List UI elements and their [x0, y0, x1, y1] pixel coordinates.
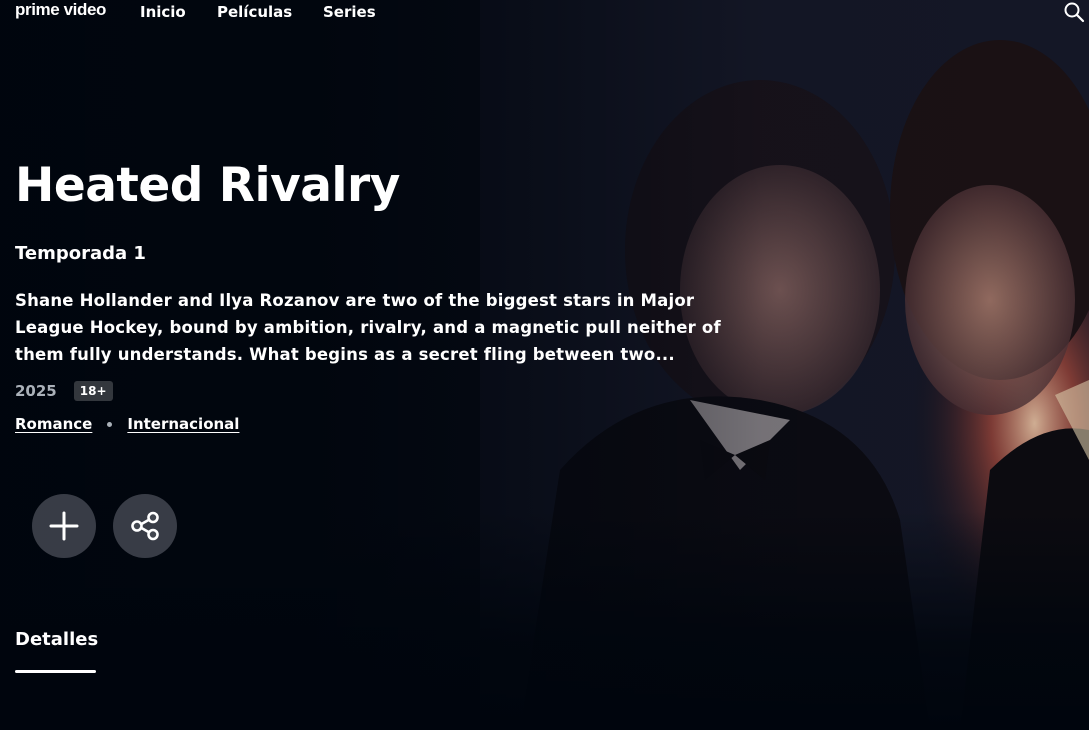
prime-video-logo[interactable]: prime video — [15, 0, 106, 20]
tab-detalles[interactable]: Detalles — [15, 628, 98, 652]
genre-link-romance[interactable]: Romance — [15, 415, 92, 433]
nav-item-series[interactable]: Series — [323, 2, 376, 22]
active-tab-indicator — [15, 670, 96, 673]
genre-link-internacional[interactable]: Internacional — [127, 415, 239, 433]
nav-item-peliculas[interactable]: Películas — [217, 2, 292, 22]
maturity-rating-badge: 18+ — [73, 381, 113, 401]
genre-links: Romance Internacional — [15, 415, 239, 433]
metadata-row: 2025 18+ — [15, 380, 113, 402]
share-button[interactable] — [113, 494, 177, 558]
release-year: 2025 — [15, 382, 57, 400]
nav-item-inicio[interactable]: Inicio — [140, 2, 186, 22]
add-to-watchlist-button[interactable] — [32, 494, 96, 558]
separator-dot — [107, 421, 113, 427]
season-label: Temporada 1 — [15, 243, 146, 264]
show-title: Heated Rivalry — [15, 158, 400, 213]
search-icon — [1064, 2, 1085, 23]
plus-icon — [49, 511, 79, 541]
synopsis: Shane Hollander and Ilya Rozanov are two… — [15, 291, 721, 364]
top-navigation: prime video Inicio Películas Series — [0, 0, 1089, 28]
share-icon — [131, 511, 159, 541]
search-button[interactable] — [1063, 1, 1085, 23]
